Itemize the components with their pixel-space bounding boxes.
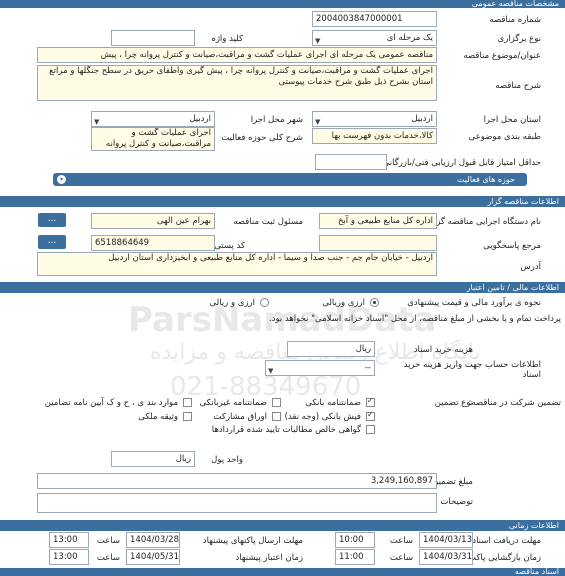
guarantee-receivables-label: گواهی خالص مطالبات تایید شده قراردادها xyxy=(211,425,361,435)
province-label: استان محل اجرا xyxy=(483,115,541,125)
opening-time-label: ساعت xyxy=(389,553,413,563)
estimate-radio-rial[interactable] xyxy=(370,298,379,307)
responsible-label: مسئول ثبت مناقصه xyxy=(233,217,303,227)
chevron-down-icon: ▼ xyxy=(315,118,321,126)
activity-areas-bar[interactable]: حوزه های فعالیت ▾ xyxy=(53,173,527,186)
address-field: اردبیل - خیابان جام جم - جنب صدا و سیما … xyxy=(37,252,437,276)
document-price-label: هزینه خرید اسناد xyxy=(413,345,473,355)
responsible-field: بهرام عین الهی xyxy=(91,213,215,229)
postal-code-label: کد پستی xyxy=(214,241,245,251)
scope-field: اجرای عملیات گشت و مراقبت،صیانت و کنترل … xyxy=(91,127,215,151)
receive-doc-time: 10:00 xyxy=(335,532,375,548)
opening-date: 1404/03/31 xyxy=(419,549,473,565)
chevron-down-icon: ▼ xyxy=(94,118,100,126)
guarantee-nonbank-label: ضمانتنامه غیربانکی xyxy=(199,398,267,408)
send-offer-date: 1404/03/28 xyxy=(126,532,180,548)
city-select[interactable]: اردبیل ▼ xyxy=(91,111,215,127)
title-label: عنوان/موضوع مناقصه xyxy=(463,51,541,61)
guarantee-bank-checkbox[interactable] xyxy=(366,396,375,407)
expand-icon: ▾ xyxy=(57,175,66,184)
section-header-general: مشخصات مناقصه عمومی xyxy=(0,0,565,8)
organization-field: اداره کل منابع طبیعی و آبخ xyxy=(319,213,437,229)
address-label: آدرس xyxy=(520,262,541,272)
estimate-option-rial-only: ارزی و ریالی xyxy=(209,298,255,308)
guarantee-receivables-checkbox[interactable] xyxy=(366,425,375,434)
city-label: شهر محل اجرا xyxy=(250,115,303,125)
section-header-documents: اسناد مناقصه xyxy=(0,568,565,576)
chevron-down-icon: ▼ xyxy=(268,367,274,375)
account-label: اطلاعات حساب جهت واریز هزینه خرید اسناد xyxy=(403,360,541,380)
city-value: اردبیل xyxy=(189,114,211,124)
section-header-financial: اطلاعات مالی / تامین اعتبار xyxy=(0,282,565,293)
receive-doc-label: مهلت دریافت اسناد xyxy=(472,536,541,546)
reference-label: مرجع پاسخگویی xyxy=(483,241,541,251)
validity-label: زمان اعتبار پیشنهاد xyxy=(235,553,303,563)
send-offer-time-label: ساعت xyxy=(96,536,120,546)
document-price-unit: ریال xyxy=(355,344,371,354)
estimate-radio-rial-only[interactable] xyxy=(260,298,269,307)
payment-note: پرداخت تمام و یا بخشی از مبلغ مناقصه، از… xyxy=(268,314,561,324)
keyword-input[interactable] xyxy=(111,30,195,46)
organization-picker-button[interactable]: ... xyxy=(38,213,66,227)
keyword-label: کلید واژه xyxy=(211,34,243,44)
category-label: طبقه بندی موضوعی xyxy=(468,132,541,142)
scope-label: شرح کلی حوزه فعالیت xyxy=(221,133,303,143)
title-field: مناقصه عمومی یک مرحله ای اجرای عملیات گش… xyxy=(37,47,437,63)
validity-time-label: ساعت xyxy=(96,553,120,563)
reference-field xyxy=(319,235,437,251)
receive-doc-time-label: ساعت xyxy=(389,536,413,546)
document-price-field: ریال xyxy=(287,341,375,357)
stage-select[interactable]: یک مرحله ای ▼ xyxy=(312,30,437,46)
guarantee-property-label: وثیقه ملکی xyxy=(138,412,178,422)
guarantee-clauses-label: موارد بند ی ، ح و ک آیین نامه تضامین xyxy=(44,398,178,408)
notes-field xyxy=(37,493,437,513)
guarantee-bank-label: ضمانتنامه بانکی xyxy=(305,398,361,408)
guarantee-check-label: فیش بانکی (وجه نقد) xyxy=(284,412,361,422)
description-label: شرح مناقصه xyxy=(495,81,541,91)
guarantee-bonds-checkbox[interactable] xyxy=(272,412,281,421)
guarantee-amount-field: 3,249,160,897 xyxy=(37,473,437,489)
currency-unit-label: واحد پول xyxy=(211,455,243,465)
send-offer-label: مهلت ارسال پاکتهای پیشنهاد xyxy=(202,536,303,546)
estimate-option-rial: ارزی وریالی xyxy=(322,298,365,308)
guarantee-type-label: نوع تضمین xyxy=(434,398,473,408)
account-select[interactable]: -- ▼ xyxy=(265,360,375,376)
guarantee-label: تضمین شرکت در مناقصه: xyxy=(468,398,561,408)
opening-time: 11:00 xyxy=(335,549,375,565)
send-offer-time: 13:00 xyxy=(49,532,89,548)
min-score-label: حداقل امتیاز قابل قبول ارزیابی فنی/بازرگ… xyxy=(382,158,541,168)
guarantee-bonds-label: اوراق مشارکت xyxy=(213,412,267,422)
tender-number-field: 2004003847000001 xyxy=(312,11,437,27)
currency-unit-field: ریال xyxy=(111,451,195,467)
guarantee-property-checkbox[interactable] xyxy=(183,412,192,421)
reference-picker-button[interactable]: ... xyxy=(38,235,66,249)
section-header-organizer: اطلاعات مناقصه گزار xyxy=(0,196,565,207)
chevron-down-icon: ▼ xyxy=(315,37,321,45)
account-value: -- xyxy=(364,363,371,373)
estimate-label: نحوه ی برآورد مالی و قیمت پیشنهادی xyxy=(407,298,541,308)
province-select[interactable]: اردبیل ▼ xyxy=(312,111,437,127)
description-field: اجرای عملیات گشت و مراقبت،صیانت و کنترل … xyxy=(37,65,437,101)
section-header-schedule: اطلاعات زمانی xyxy=(0,520,565,531)
guarantee-check-checkbox[interactable] xyxy=(366,410,375,421)
validity-time: 13:00 xyxy=(49,549,89,565)
notes-label: توضیحات xyxy=(440,497,473,507)
stage-value: یک مرحله ای xyxy=(386,33,433,43)
min-score-field xyxy=(315,154,387,170)
category-field: کالا،خدمات بدون فهرست بها xyxy=(312,128,437,144)
postal-code-field: 6518864649 xyxy=(91,235,215,251)
receive-doc-date: 1404/03/13 xyxy=(419,532,473,548)
guarantee-clauses-checkbox[interactable] xyxy=(183,398,192,407)
stage-label: نوع برگزاری xyxy=(497,34,541,44)
activity-areas-label: حوزه های فعالیت xyxy=(457,175,515,184)
tender-number-label: شماره مناقصه xyxy=(489,15,541,25)
validity-date: 1404/05/31 xyxy=(126,549,180,565)
guarantee-nonbank-checkbox[interactable] xyxy=(272,398,281,407)
guarantee-amount-label: مبلغ تضمین xyxy=(432,477,473,487)
province-value: اردبیل xyxy=(411,114,433,124)
organization-label: نام دستگاه اجرایی مناقصه گزار xyxy=(429,217,541,227)
